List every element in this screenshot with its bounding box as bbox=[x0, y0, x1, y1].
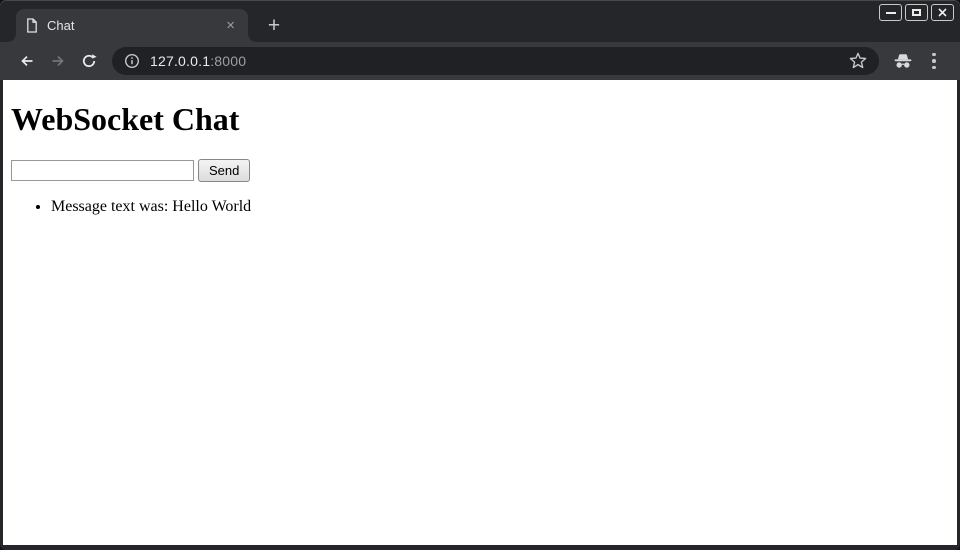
title-bar[interactable]: Chat × + bbox=[0, 0, 960, 42]
message-input[interactable] bbox=[11, 160, 194, 181]
back-button[interactable] bbox=[13, 47, 41, 75]
incognito-icon bbox=[893, 53, 913, 69]
url-host: 127.0.0.1 bbox=[150, 53, 210, 69]
bookmark-star-button[interactable] bbox=[845, 48, 871, 74]
browser-toolbar: 127.0.0.1:8000 bbox=[0, 42, 960, 80]
message-list: Message text was: Hello World bbox=[11, 198, 949, 216]
maximize-icon bbox=[912, 9, 921, 16]
send-button[interactable]: Send bbox=[198, 159, 250, 182]
page-content: WebSocket Chat Send Message text was: He… bbox=[3, 80, 957, 545]
page-title: WebSocket Chat bbox=[11, 101, 949, 138]
tab-title: Chat bbox=[47, 18, 214, 33]
new-tab-button[interactable]: + bbox=[256, 9, 292, 42]
browser-window: Chat × + bbox=[0, 0, 960, 550]
close-icon bbox=[938, 8, 947, 17]
back-icon bbox=[19, 53, 35, 69]
star-icon bbox=[849, 52, 867, 70]
plus-icon: + bbox=[268, 15, 280, 36]
window-controls bbox=[879, 4, 954, 21]
address-bar[interactable]: 127.0.0.1:8000 bbox=[112, 47, 879, 75]
close-button[interactable] bbox=[931, 4, 954, 21]
forward-icon bbox=[50, 53, 66, 69]
reload-button[interactable] bbox=[75, 47, 103, 75]
tab-close-icon[interactable]: × bbox=[223, 17, 238, 34]
minimize-button[interactable] bbox=[879, 4, 902, 21]
menu-button[interactable] bbox=[920, 47, 948, 75]
reload-icon bbox=[81, 53, 97, 69]
vertical-dots-icon bbox=[932, 53, 936, 70]
incognito-badge bbox=[889, 47, 917, 75]
site-info-icon[interactable] bbox=[124, 53, 140, 69]
url-port: :8000 bbox=[210, 53, 246, 69]
message-item: Message text was: Hello World bbox=[51, 198, 949, 216]
url-text[interactable]: 127.0.0.1:8000 bbox=[150, 53, 246, 69]
minimize-icon bbox=[886, 12, 896, 14]
tab-chat[interactable]: Chat × bbox=[16, 9, 248, 42]
page-favicon-icon bbox=[26, 18, 38, 33]
chat-form: Send bbox=[11, 159, 949, 182]
forward-button[interactable] bbox=[44, 47, 72, 75]
maximize-button[interactable] bbox=[905, 4, 928, 21]
